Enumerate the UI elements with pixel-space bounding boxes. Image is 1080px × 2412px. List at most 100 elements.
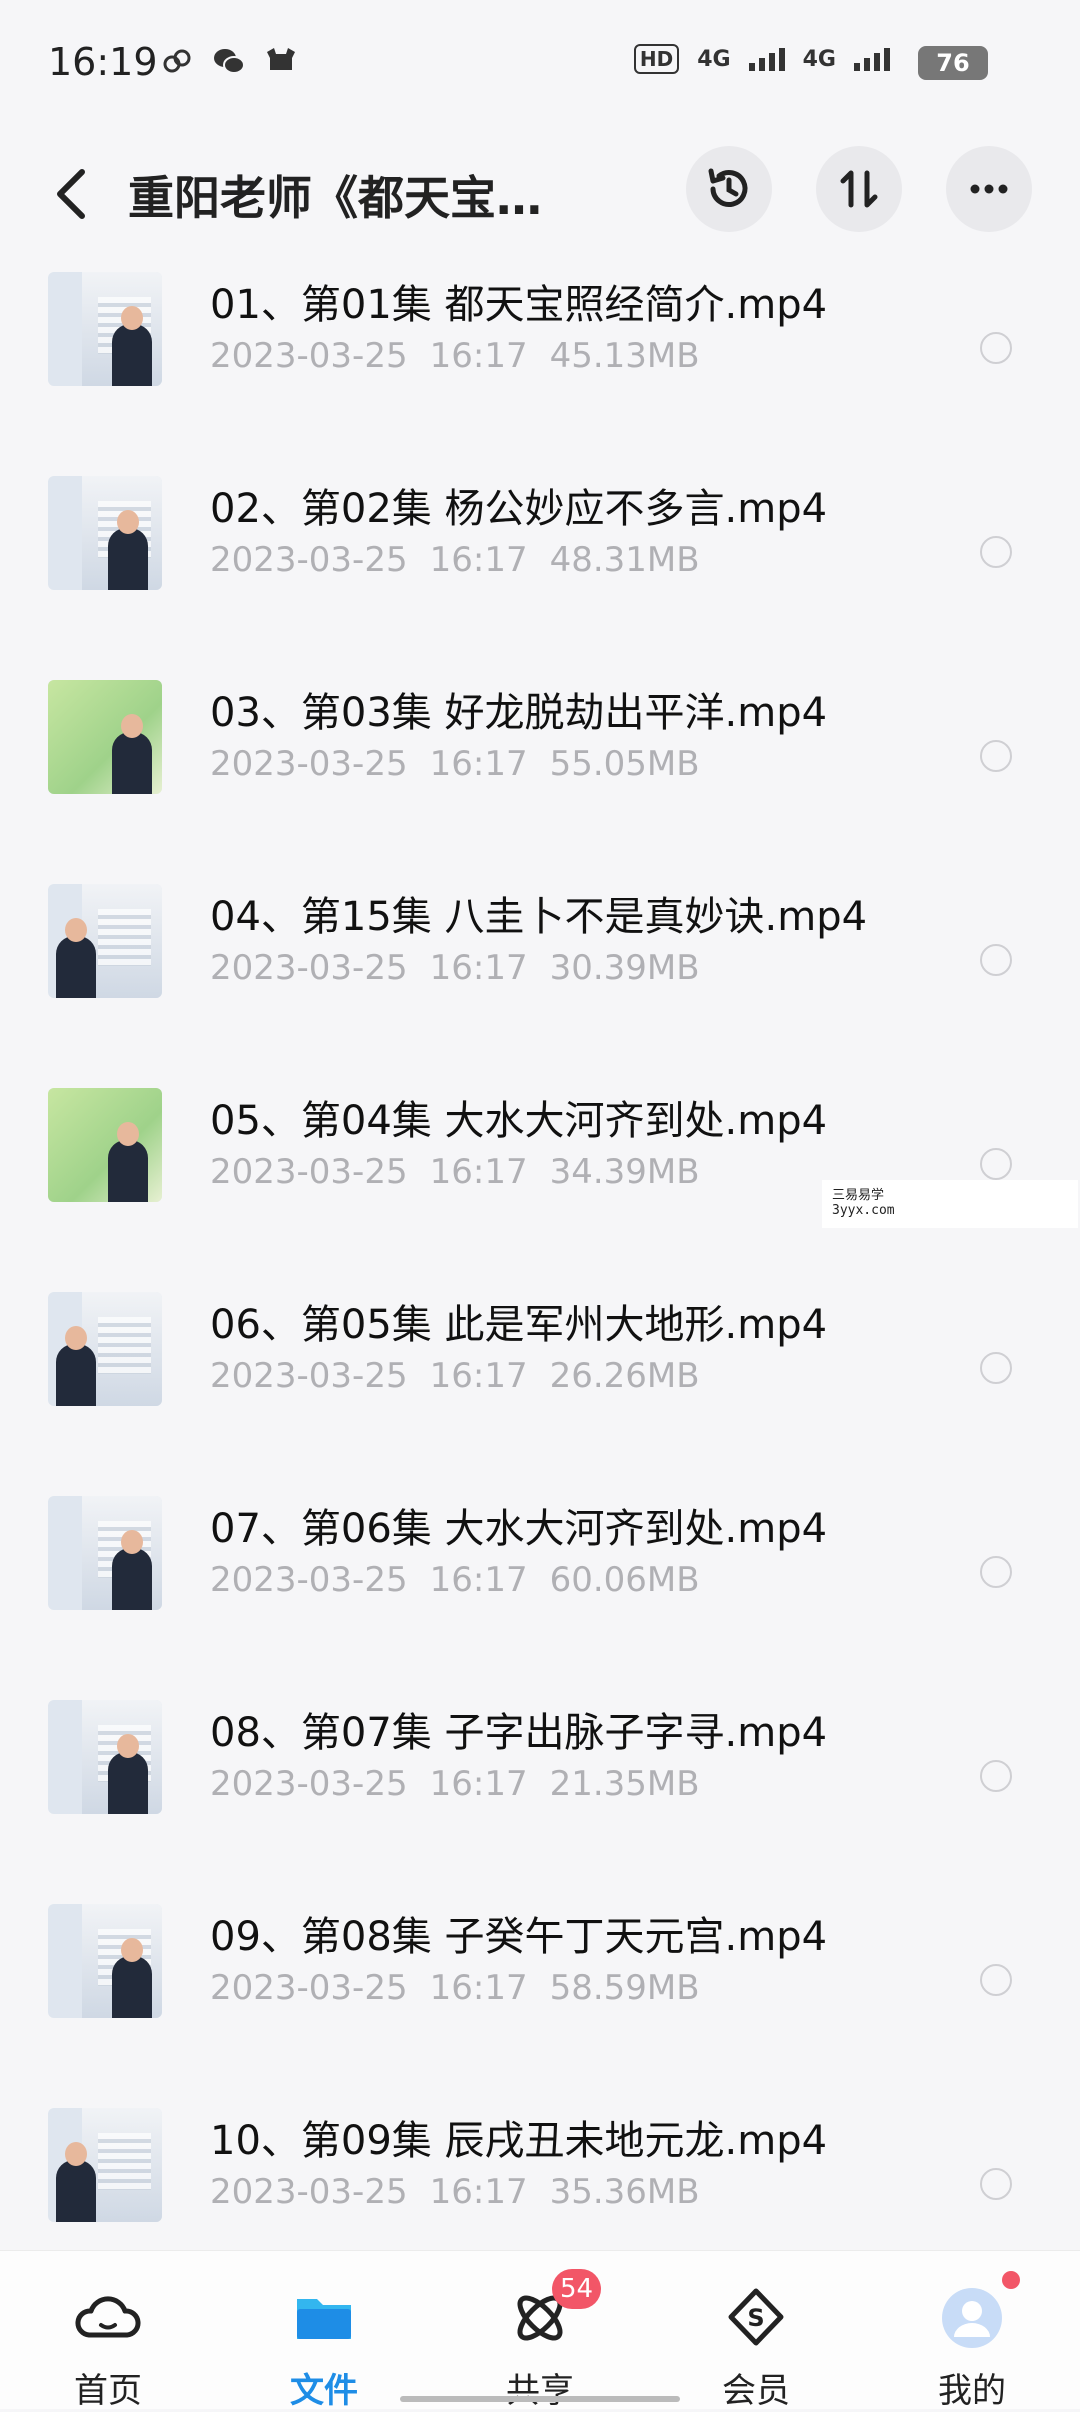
file-size: 30.39MB [549,948,700,988]
file-name: 04、第15集 八圭卜不是真妙诀.mp4 [210,894,868,940]
thumbnail-board-text [98,2133,151,2191]
file-name: 03、第03集 好龙脱劫出平洋.mp4 [210,690,828,736]
tab-vip-label: 会员 [722,2371,790,2411]
file-name: 02、第02集 杨公妙应不多言.mp4 [210,486,828,532]
file-size: 58.59MB [549,1968,700,2008]
tab-files[interactable]: 文件 [244,2251,404,2411]
sort-button[interactable] [816,146,902,232]
video-thumbnail [48,272,162,386]
file-name: 09、第08集 子癸午丁天元宫.mp4 [210,1914,828,1960]
video-thumbnail [48,680,162,794]
file-name: 10、第09集 辰戌丑未地元龙.mp4 [210,2118,828,2164]
file-size: 48.31MB [549,540,700,580]
thumbnail-presenter-head [121,306,143,330]
file-date: 2023-03-25 [210,1152,408,1192]
file-row[interactable]: 08、第07集 子字出脉子字寻.mp4 2023-03-25 16:17 21.35M… [0,1672,1080,1876]
file-date: 2023-03-25 [210,1764,408,1804]
file-size: 26.26MB [549,1356,700,1396]
more-button[interactable] [946,146,1032,232]
file-size: 60.06MB [549,1560,700,1600]
bottom-nav: 首页 文件 54 共享 S 会员 我的 [0,2250,1080,2411]
video-thumbnail [48,1904,162,2018]
header-bar: 重阳老师《都天宝… [0,140,1080,250]
select-radio[interactable] [980,1964,1012,1996]
status-bar: 16:19 HD 4G 4G 76 [0,0,1080,128]
thumbnail-presenter [112,324,152,386]
file-meta: 2023-03-25 16:17 58.59MB [210,1968,700,2008]
select-radio[interactable] [980,536,1012,568]
tab-home-label: 首页 [74,2371,142,2411]
file-time: 16:17 [429,1356,528,1396]
vip-diamond-icon: S [728,2288,784,2346]
thumbnail-presenter [56,936,96,998]
tab-files-label: 文件 [290,2371,358,2411]
tab-home[interactable]: 首页 [28,2251,188,2411]
file-row[interactable]: 09、第08集 子癸午丁天元宫.mp4 2023-03-25 16:17 58.59M… [0,1876,1080,2080]
file-row[interactable]: 02、第02集 杨公妙应不多言.mp4 2023-03-25 16:17 48.31M… [0,448,1080,652]
wechat-icon [214,49,245,74]
thumbnail-presenter-head [121,1938,143,1962]
link-icon [163,49,191,73]
file-row[interactable]: 03、第03集 好龙脱劫出平洋.mp4 2023-03-25 16:17 55.05M… [0,652,1080,856]
thumbnail-presenter [108,528,148,590]
tab-mine-label: 我的 [938,2371,1006,2411]
page-title: 重阳老师《都天宝… [128,171,542,225]
thumbnail-presenter [56,1344,96,1406]
thumbnail-presenter [108,1140,148,1202]
notification-icons [160,44,298,78]
watermark: 三易易学 3yyx.com [822,1180,1078,1228]
file-time: 16:17 [429,1764,528,1804]
select-radio[interactable] [980,944,1012,976]
thumbnail-presenter-head [65,918,87,942]
select-radio[interactable] [980,1556,1012,1588]
file-name: 05、第04集 大水大河齐到处.mp4 [210,1098,828,1144]
file-row[interactable]: 06、第05集 此是军州大地形.mp4 2023-03-25 16:17 26.26M… [0,1264,1080,1468]
file-meta: 2023-03-25 16:17 34.39MB [210,1152,700,1192]
file-meta: 2023-03-25 16:17 35.36MB [210,2172,700,2212]
file-time: 16:17 [429,1152,528,1192]
home-indicator[interactable] [400,2396,680,2402]
history-button[interactable] [686,146,772,232]
app-icon [267,48,295,70]
file-size: 45.13MB [549,336,700,376]
file-date: 2023-03-25 [210,1560,408,1600]
file-size: 55.05MB [549,744,700,784]
thumbnail-presenter-head [121,1530,143,1554]
select-radio[interactable] [980,2168,1012,2200]
tab-mine[interactable]: 我的 [892,2251,1052,2411]
file-date: 2023-03-25 [210,1356,408,1396]
thumbnail-presenter [112,1548,152,1610]
select-radio[interactable] [980,332,1012,364]
file-date: 2023-03-25 [210,1968,408,2008]
more-icon [970,184,1008,194]
thumbnail-presenter [56,2160,96,2222]
file-meta: 2023-03-25 16:17 45.13MB [210,336,700,376]
file-time: 16:17 [429,2172,528,2212]
video-thumbnail [48,476,162,590]
file-meta: 2023-03-25 16:17 60.06MB [210,1560,700,1600]
file-row[interactable]: 07、第06集 大水大河齐到处.mp4 2023-03-25 16:17 60.06M… [0,1468,1080,1672]
file-meta: 2023-03-25 16:17 55.05MB [210,744,700,784]
tab-share[interactable]: 54 共享 [460,2251,620,2411]
select-radio[interactable] [980,1760,1012,1792]
folder-icon [297,2299,351,2339]
file-row[interactable]: 04、第15集 八圭卜不是真妙诀.mp4 2023-03-25 16:17 30.39… [0,856,1080,1060]
file-time: 16:17 [429,1560,528,1600]
avatar-icon [942,2288,1002,2348]
tab-vip[interactable]: S 会员 [676,2251,836,2411]
file-date: 2023-03-25 [210,744,408,784]
file-time: 16:17 [429,540,528,580]
thumbnail-presenter [108,1752,148,1814]
back-arrow-icon[interactable] [48,164,98,224]
file-size: 34.39MB [549,1152,700,1192]
select-radio[interactable] [980,1352,1012,1384]
video-thumbnail [48,1292,162,1406]
file-row[interactable]: 05、第04集 大水大河齐到处.mp4 2023-03-25 16:17 34.39M… [0,1060,1080,1264]
thumbnail-presenter [112,732,152,794]
file-date: 2023-03-25 [210,2172,408,2212]
file-name: 06、第05集 此是军州大地形.mp4 [210,1302,828,1348]
select-radio[interactable] [980,1148,1012,1180]
select-radio[interactable] [980,740,1012,772]
thumbnail-board-text [98,1317,151,1375]
file-row[interactable]: 01、第01集 都天宝照经简介.mp4 2023-03-25 16:17 45.13M… [0,244,1080,448]
